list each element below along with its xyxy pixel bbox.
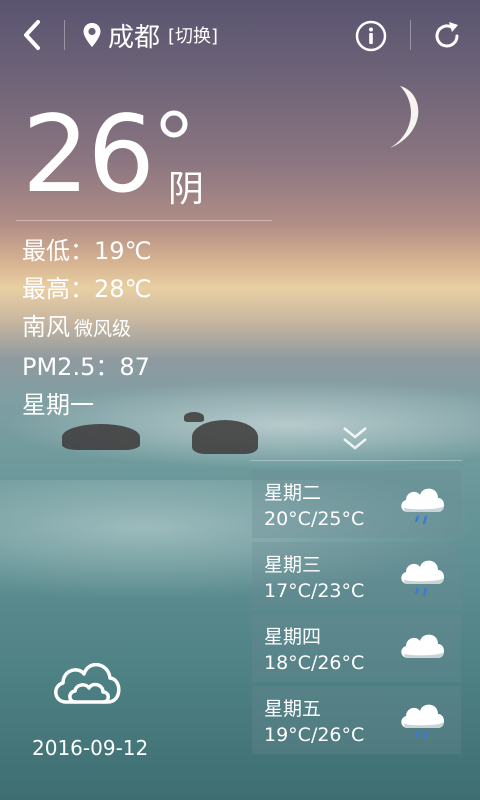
cloud-icon xyxy=(401,634,444,658)
forecast-day: 星期四 xyxy=(264,626,322,648)
forecast-range: 20°C/25°C xyxy=(264,508,365,530)
forecast-range: 17°C/23°C xyxy=(264,580,365,602)
forecast-day: 星期三 xyxy=(264,554,322,576)
forecast-day: 星期二 xyxy=(264,482,322,504)
refresh-button[interactable] xyxy=(431,20,463,52)
pm25: PM2.5：87 xyxy=(22,353,150,381)
back-icon xyxy=(24,20,40,50)
wind-level: 微风级 xyxy=(74,318,132,340)
current-condition: 阴 xyxy=(168,169,205,210)
rock xyxy=(62,424,140,450)
info-icon xyxy=(355,20,387,52)
weekday: 星期一 xyxy=(22,391,94,419)
forecast-item[interactable]: 星期五 19°C/26°C xyxy=(252,686,461,754)
rain-cloud-icon xyxy=(401,704,444,741)
divider xyxy=(250,460,462,461)
forecast-range: 18°C/26°C xyxy=(264,652,365,674)
forecast-day: 星期五 xyxy=(264,698,322,720)
city-name: 成都 xyxy=(108,22,161,53)
current-temperature: 26 xyxy=(22,93,155,216)
location-pin-icon xyxy=(83,23,101,47)
rain-cloud-icon xyxy=(401,560,444,597)
back-button[interactable] xyxy=(18,18,48,52)
rain-cloud-icon xyxy=(401,488,444,525)
top-bar: 成都 [切换] xyxy=(0,0,480,70)
separator xyxy=(64,20,65,50)
forecast-item[interactable]: 星期三 17°C/23°C xyxy=(252,542,461,610)
rock xyxy=(184,412,204,422)
refresh-icon xyxy=(435,22,459,48)
current-date: 2016-09-12 xyxy=(32,736,149,760)
info-button[interactable] xyxy=(355,20,387,52)
wind-direction: 南风 xyxy=(22,313,70,341)
switch-city-link[interactable]: [切换] xyxy=(168,22,218,48)
forecast-item[interactable]: 星期二 20°C/25°C xyxy=(252,470,461,538)
rock xyxy=(192,420,258,454)
moon-icon xyxy=(390,86,419,148)
wind-info: 南风 微风级 xyxy=(22,308,152,348)
low-temp: 最低：19℃ xyxy=(22,237,152,265)
cloudy-outline-icon xyxy=(54,663,121,704)
divider xyxy=(16,220,272,221)
high-temp: 最高：28℃ xyxy=(22,275,152,303)
forecast-range: 19°C/26°C xyxy=(264,724,365,746)
separator xyxy=(410,20,411,50)
location-switch[interactable]: 成都 [切换] xyxy=(82,18,218,53)
forecast-item[interactable]: 星期四 18°C/26°C xyxy=(252,614,461,682)
current-details: 最低：19℃ 最高：28℃ 南风 微风级 PM2.5：87 星期一 xyxy=(22,232,152,424)
chevron-double-down-icon[interactable] xyxy=(340,424,370,454)
degree-symbol-icon xyxy=(160,110,188,138)
